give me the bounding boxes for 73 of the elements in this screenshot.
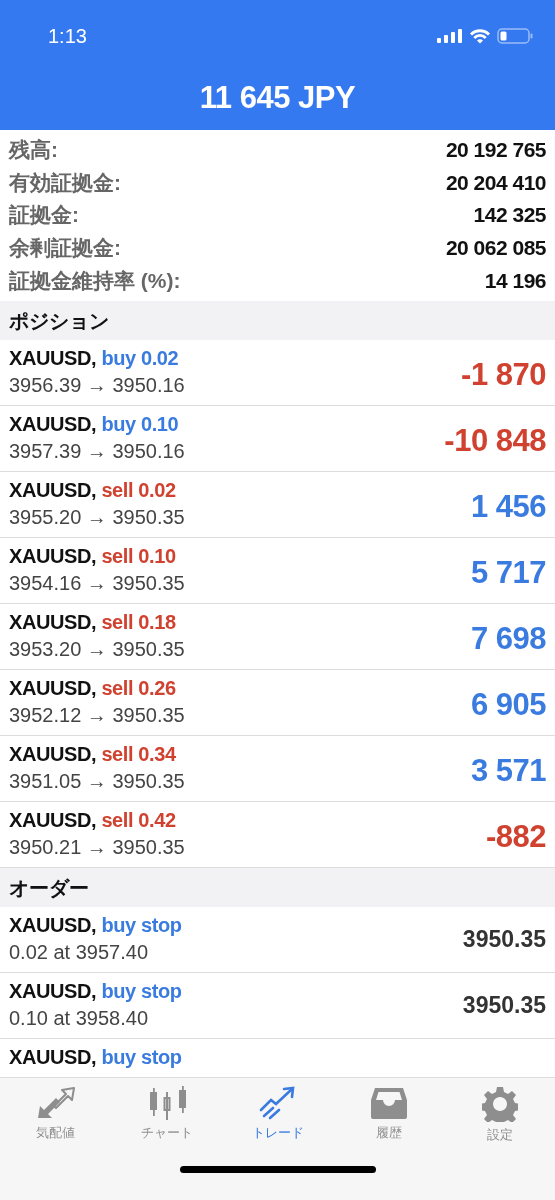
account-label: 証拠金: xyxy=(9,202,79,229)
account-value: 14 196 xyxy=(484,268,546,293)
symbol-label: XAUUSD, xyxy=(9,544,97,567)
position-row[interactable]: XAUUSD, buy 0.10 3957.39 → 3950.16 -10 848 xyxy=(0,405,555,472)
diagonal-arrows-icon xyxy=(35,1086,76,1120)
order-side: buy stop xyxy=(101,913,182,936)
price-change: 3956.39 → 3950.16 xyxy=(9,373,185,397)
position-row[interactable]: XAUUSD, sell 0.10 3954.16 → 3950.35 5 717 xyxy=(0,537,555,604)
price-change: 3952.12 → 3950.35 xyxy=(9,703,185,727)
profit-value: 6 905 xyxy=(470,686,546,724)
price-change: 3954.16 → 3950.35 xyxy=(9,571,185,595)
order-row[interactable]: XAUUSD, buy stop 0.10 at 3958.40 3950.35 xyxy=(0,972,555,1039)
price-change: 3957.39 → 3950.16 xyxy=(9,439,185,463)
order-side: buy 0.10 xyxy=(101,412,179,435)
profit-value: 3 571 xyxy=(470,752,546,790)
position-row[interactable]: XAUUSD, sell 0.02 3955.20 → 3950.35 1 456 xyxy=(0,471,555,538)
order-side: sell 0.10 xyxy=(101,544,176,567)
balance-title: 11 645 JPY xyxy=(198,80,357,116)
order-side: buy 0.02 xyxy=(101,346,179,369)
order-side: sell 0.26 xyxy=(101,676,176,699)
price-change: 3950.21 → 3950.35 xyxy=(9,835,185,859)
account-value: 20 192 765 xyxy=(445,138,546,163)
profit-value: -882 xyxy=(485,818,546,856)
position-row[interactable]: XAUUSD, sell 0.18 3953.20 → 3950.35 7 698 xyxy=(0,603,555,670)
account-label: 余剰証拠金: xyxy=(9,235,121,262)
position-row[interactable]: XAUUSD, sell 0.34 3951.05 → 3950.35 3 571 xyxy=(0,735,555,802)
profit-value: -10 848 xyxy=(444,422,546,460)
profit-value: 7 698 xyxy=(470,620,546,658)
section-header: オーダー xyxy=(0,867,555,907)
order-price: 3950.35 xyxy=(462,991,546,1019)
position-row[interactable]: XAUUSD, sell 0.26 3952.12 → 3950.35 6 905 xyxy=(0,669,555,736)
symbol-label: XAUUSD, xyxy=(9,346,97,369)
tab-item[interactable]: トレード xyxy=(227,1086,328,1144)
account-label: 証拠金維持率 (%): xyxy=(9,267,181,294)
order-details: 0.10 at 3958.40 xyxy=(9,1006,149,1030)
battery-icon xyxy=(497,28,533,44)
price-change: 3953.20 → 3950.35 xyxy=(9,637,185,661)
wifi-icon xyxy=(469,28,491,44)
account-label: 有効証拠金: xyxy=(9,169,121,196)
section-header: ポジション xyxy=(0,300,555,340)
settings-icon xyxy=(481,1086,518,1122)
order-details: 0.02 at 3957.40 xyxy=(9,940,149,964)
symbol-label: XAUUSD, xyxy=(9,742,97,765)
symbol-label: XAUUSD, xyxy=(9,676,97,699)
price-change: 3951.05 → 3950.35 xyxy=(9,769,185,793)
account-label: 残高: xyxy=(9,137,58,164)
order-row[interactable]: XAUUSD, buy stop 0.02 at 3957.40 3950.35 xyxy=(0,906,555,973)
order-side: sell 0.42 xyxy=(101,808,176,831)
order-side: sell 0.34 xyxy=(101,742,176,765)
account-value: 20 062 085 xyxy=(445,236,546,261)
profit-value: 5 717 xyxy=(470,554,546,592)
order-price: 3950.35 xyxy=(462,925,546,953)
order-side: buy stop xyxy=(101,979,182,1002)
profit-value: -1 870 xyxy=(461,356,546,394)
position-row[interactable]: XAUUSD, buy 0.02 3956.39 → 3950.16 -1 870 xyxy=(0,339,555,406)
symbol-label: XAUUSD, xyxy=(9,412,97,435)
symbol-label: XAUUSD, xyxy=(9,979,97,1002)
symbol-label: XAUUSD, xyxy=(9,610,97,633)
price-change: 3955.20 → 3950.35 xyxy=(9,505,185,529)
symbol-label: XAUUSD, xyxy=(9,1045,97,1068)
order-side: buy stop xyxy=(101,1045,182,1068)
symbol-label: XAUUSD, xyxy=(9,913,97,936)
order-side: sell 0.02 xyxy=(101,478,176,501)
status-time: 1:13 xyxy=(48,24,87,48)
account-value: 20 204 410 xyxy=(445,170,546,195)
signal-icon xyxy=(437,29,463,43)
symbol-label: XAUUSD, xyxy=(9,478,97,501)
account-value: 142 325 xyxy=(473,203,546,228)
order-side: sell 0.18 xyxy=(101,610,176,633)
tray-icon xyxy=(368,1086,409,1120)
symbol-label: XAUUSD, xyxy=(9,808,97,831)
profit-value: 1 456 xyxy=(470,488,546,526)
position-row[interactable]: XAUUSD, sell 0.42 3950.21 → 3950.35 -882 xyxy=(0,801,555,868)
